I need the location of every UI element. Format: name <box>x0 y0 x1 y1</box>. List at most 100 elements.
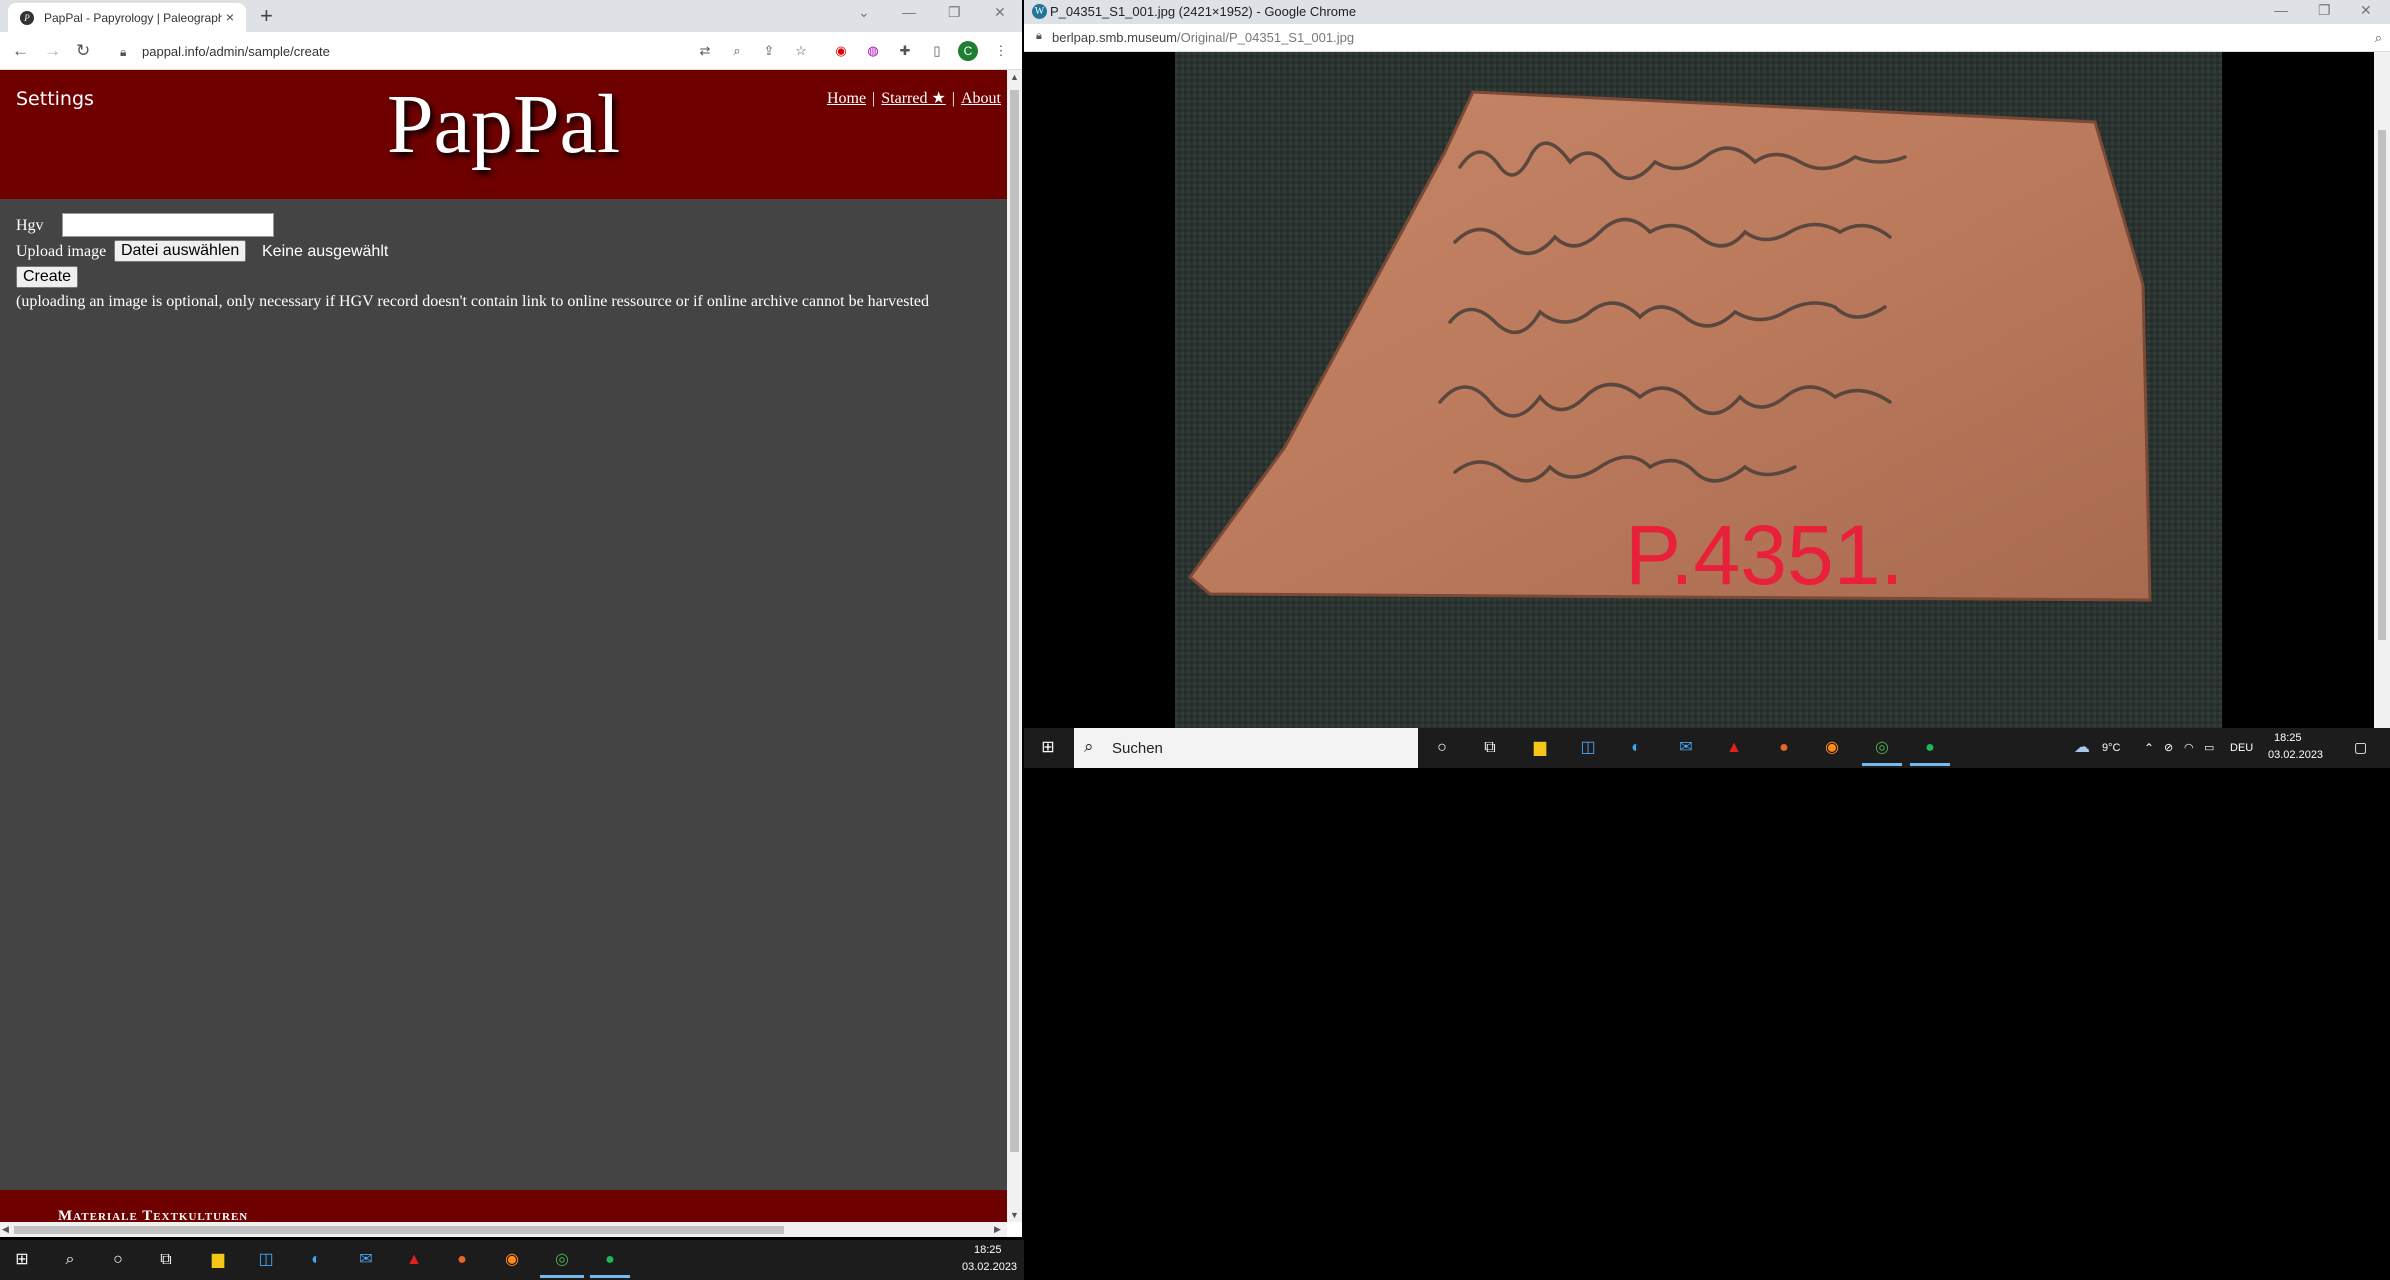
right-scroll-thumb[interactable] <box>2378 130 2386 640</box>
forward-arrow-icon[interactable]: → <box>44 41 61 61</box>
search-icon: ⌕ <box>1084 737 1094 756</box>
task-view-icon[interactable]: ⧉ <box>154 1248 178 1272</box>
extension-purple-icon[interactable]: ◍ <box>864 42 882 60</box>
zoom-icon[interactable]: ⌕ <box>728 42 746 60</box>
scroll-up-arrow-icon[interactable]: ▲ <box>1010 72 1019 82</box>
nav-starred-link[interactable]: Starred ★ <box>881 90 946 107</box>
firefox-icon[interactable]: ◉ <box>500 1248 524 1272</box>
mail-icon[interactable]: ✉ <box>354 1248 378 1272</box>
store-icon[interactable]: ◫ <box>1576 736 1600 760</box>
scroll-left-arrow-icon[interactable]: ◀ <box>2 1224 9 1235</box>
nav-home-link[interactable]: Home <box>827 90 866 107</box>
chrome-icon[interactable]: ◎ <box>550 1248 574 1272</box>
clock-time[interactable]: 18:25 <box>2274 731 2302 745</box>
right-address-bar[interactable]: 🔒︎ berlpap.smb.museum/Original/P_04351_S… <box>1024 24 2390 52</box>
browser-toolbar: ← → ↻ 🔒︎ pappal.info/admin/sample/create… <box>0 32 1022 70</box>
clock-date[interactable]: 03.02.2023 <box>2268 748 2323 762</box>
bookmark-star-icon[interactable]: ☆ <box>792 42 810 60</box>
store-icon[interactable]: ◫ <box>254 1248 278 1272</box>
tab-bar: P PapPal - Papyrology | Paleography × + … <box>0 0 1022 32</box>
url-path: /Original/P_04351_S1_001.jpg <box>1177 30 1355 45</box>
close-window-button[interactable]: ✕ <box>994 4 1006 21</box>
chrome-icon[interactable]: ◎ <box>1870 736 1894 760</box>
profile-avatar[interactable]: C <box>958 41 978 61</box>
vertical-scroll-thumb[interactable] <box>1010 90 1019 1152</box>
restore-button[interactable]: ❐ <box>948 4 961 21</box>
ostracon-photo[interactable]: P.4351. <box>1175 52 2222 728</box>
right-lock-icon[interactable]: 🔒︎ <box>1036 30 1042 43</box>
edge-icon[interactable]: ◐ <box>304 1248 328 1272</box>
right-address-text: berlpap.smb.museum/Original/P_04351_S1_0… <box>1052 30 1354 45</box>
mail-icon[interactable]: ✉ <box>1674 736 1698 760</box>
extensions-puzzle-icon[interactable]: ✚ <box>896 42 914 60</box>
taskbar-search-box[interactable]: ⌕ Suchen <box>1074 728 1418 768</box>
back-arrow-icon[interactable]: ← <box>12 41 29 61</box>
weather-cloud-icon[interactable]: ☁ <box>2070 736 2094 760</box>
vertical-scrollbar[interactable]: ▲ ▼ <box>1007 70 1022 1222</box>
lock-icon[interactable]: 🔒︎ <box>120 40 126 64</box>
tab-close-icon[interactable]: × <box>226 9 234 25</box>
right-zoom-icon[interactable]: ⌕ <box>2375 30 2382 46</box>
scroll-right-arrow-icon[interactable]: ▶ <box>994 1224 1001 1235</box>
translate-icon[interactable]: ⇄ <box>696 42 714 60</box>
notification-icon[interactable]: ▢ <box>2354 740 2367 754</box>
ostracon-label: P.4351. <box>1625 508 1904 602</box>
acrobat-icon[interactable]: ▲ <box>402 1248 426 1272</box>
minimize-button[interactable]: — <box>902 4 916 20</box>
tab-title: PapPal - Papyrology | Paleography <box>44 11 222 25</box>
horizontal-scroll-thumb[interactable] <box>14 1226 784 1234</box>
upload-row: Upload image Datei auswählen Keine ausge… <box>16 240 388 262</box>
scroll-down-arrow-icon[interactable]: ▼ <box>1010 1210 1019 1220</box>
hgv-row: Hgv <box>16 213 274 237</box>
hgv-input[interactable] <box>62 213 274 237</box>
right-browser-window: W P_04351_S1_001.jpg (2421×1952) - Googl… <box>1024 0 2390 728</box>
edge-icon[interactable]: ◐ <box>1624 736 1648 760</box>
clock-time[interactable]: 18:25 <box>974 1243 1002 1257</box>
wifi-icon[interactable]: ◠ <box>2184 741 2194 755</box>
horizontal-scrollbar[interactable]: ◀ ▶ <box>0 1222 1007 1237</box>
spotify-icon[interactable]: ● <box>1918 736 1942 760</box>
task-view-icon[interactable]: ⧉ <box>1478 736 1502 760</box>
hgv-label: Hgv <box>16 217 44 234</box>
top-navigation: Home | Starred ★ | About <box>827 88 1001 108</box>
spotify-active-indicator <box>1910 763 1950 766</box>
nav-about-link[interactable]: About <box>961 90 1001 107</box>
right-scrollbar[interactable] <box>2374 52 2390 728</box>
battery-icon[interactable]: ▭ <box>2204 741 2214 755</box>
extension-red-icon[interactable]: ◉ <box>832 42 850 60</box>
file-explorer-icon[interactable]: ▆ <box>1528 736 1552 760</box>
language-indicator[interactable]: DEU <box>2230 741 2253 755</box>
clock-date[interactable]: 03.02.2023 <box>962 1260 1017 1274</box>
right-minimize-button[interactable]: — <box>2274 2 2288 18</box>
pappal-favicon-icon: P <box>20 11 34 25</box>
windows-start-icon[interactable]: ⊞ <box>1036 736 1060 760</box>
new-tab-button[interactable]: + <box>260 3 273 29</box>
tab-pappal[interactable]: P PapPal - Papyrology | Paleography × <box>8 3 246 32</box>
network-icon[interactable]: ⊘ <box>2164 741 2173 755</box>
side-panel-icon[interactable]: ▯ <box>928 42 946 60</box>
create-button[interactable]: Create <box>16 266 79 288</box>
tab-search-icon[interactable]: ⌄ <box>858 4 870 21</box>
address-bar[interactable]: 🔒︎ pappal.info/admin/sample/create <box>110 40 710 64</box>
powerpoint-icon[interactable]: ● <box>1772 736 1796 760</box>
search-icon[interactable]: ⌕ <box>58 1248 82 1272</box>
chrome-active-indicator <box>1862 763 1902 766</box>
reload-icon[interactable]: ↻ <box>76 41 90 61</box>
windows-start-icon[interactable]: ⊞ <box>10 1248 34 1272</box>
spotify-icon[interactable]: ● <box>598 1248 622 1272</box>
right-close-button[interactable]: ✕ <box>2360 2 2372 19</box>
powerpoint-icon[interactable]: ● <box>450 1248 474 1272</box>
share-icon[interactable]: ⇪ <box>760 42 778 60</box>
menu-kebab-icon[interactable]: ⋮ <box>992 42 1010 60</box>
acrobat-icon[interactable]: ▲ <box>1722 736 1746 760</box>
nav-separator: | <box>872 90 876 107</box>
choose-file-button[interactable]: Datei auswählen <box>114 240 247 262</box>
file-explorer-icon[interactable]: ▆ <box>206 1248 230 1272</box>
tray-chevron-icon[interactable]: ⌃ <box>2144 741 2154 755</box>
firefox-icon[interactable]: ◉ <box>1820 736 1844 760</box>
cortana-icon[interactable]: ○ <box>1430 736 1454 760</box>
page-viewport: Settings PapPal Home | Starred ★ | About Hgv… <box>0 70 1007 1222</box>
right-restore-button[interactable]: ❐ <box>2318 2 2331 19</box>
footer-brand: Materiale Textkulturen <box>58 1208 249 1222</box>
cortana-icon[interactable]: ○ <box>106 1248 130 1272</box>
